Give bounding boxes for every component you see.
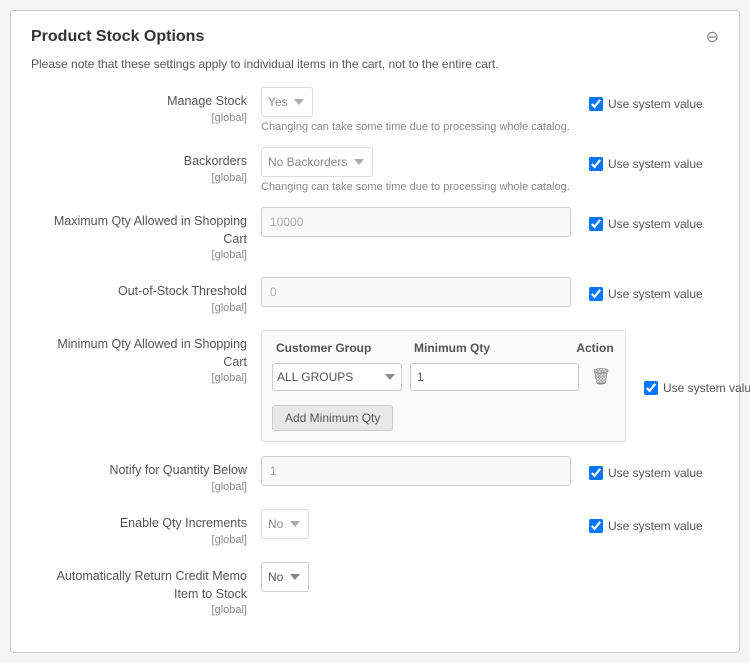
manage-stock-row: Manage Stock [global] Yes Use system val… [31, 87, 719, 133]
max-qty-use-system-label: Use system value [608, 217, 703, 231]
notify-qty-control: Use system value [261, 456, 719, 486]
min-qty-use-system: Use system value [634, 377, 750, 395]
backorders-select-wrap: No Backorders [261, 147, 571, 177]
enable-qty-increments-use-system: Use system value [579, 515, 719, 533]
max-qty-control: Use system value [261, 207, 719, 237]
min-qty-checkbox[interactable] [644, 381, 658, 395]
return-credit-memo-label: Automatically Return Credit Memo Item to… [31, 562, 261, 618]
backorders-label: Backorders [global] [31, 147, 261, 186]
panel-title: Product Stock Options [31, 28, 204, 46]
collapse-icon[interactable]: ⊖ [706, 27, 719, 47]
return-credit-memo-select[interactable]: No [261, 562, 309, 592]
panel-note: Please note that these settings apply to… [31, 57, 719, 71]
notify-qty-use-system: Use system value [579, 462, 719, 480]
max-qty-input[interactable] [261, 207, 571, 237]
max-qty-label: Maximum Qty Allowed in Shopping Cart [gl… [31, 207, 261, 263]
out-of-stock-use-system-label: Use system value [608, 287, 703, 301]
min-qty-table-header: Customer Group Minimum Qty Action [272, 341, 615, 355]
return-credit-memo-select-wrap: No [261, 562, 571, 592]
max-qty-use-system: Use system value [579, 213, 719, 231]
notify-qty-input[interactable] [261, 456, 571, 486]
min-qty-value-input[interactable] [410, 363, 579, 391]
enable-qty-increments-select-wrap: No [261, 509, 571, 539]
min-qty-row: Minimum Qty Allowed in Shopping Cart [gl… [31, 330, 719, 442]
backorders-checkbox[interactable] [589, 157, 603, 171]
return-credit-memo-use-system [579, 575, 719, 579]
manage-stock-label: Manage Stock [global] [31, 87, 261, 126]
enable-qty-increments-row: Enable Qty Increments [global] No Use sy… [31, 509, 719, 548]
min-qty-use-system-label: Use system value [663, 381, 750, 395]
backorders-use-system: Use system value [579, 153, 719, 171]
enable-qty-increments-checkbox[interactable] [589, 519, 603, 533]
col-minimum-qty-header: Minimum Qty [414, 341, 567, 355]
min-qty-table: Customer Group Minimum Qty Action ALL GR… [261, 330, 626, 442]
enable-qty-increments-control: No Use system value [261, 509, 719, 539]
manage-stock-use-system-label: Use system value [608, 97, 703, 111]
manage-stock-control: Yes Use system value Changing can take s… [261, 87, 719, 133]
product-stock-options-panel: Product Stock Options ⊖ Please note that… [10, 10, 740, 653]
out-of-stock-input[interactable] [261, 277, 571, 307]
delete-min-qty-button[interactable]: 🗑 [587, 363, 615, 391]
max-qty-checkbox[interactable] [589, 217, 603, 231]
notify-qty-use-system-label: Use system value [608, 466, 703, 480]
backorders-hint: Changing can take some time due to proce… [261, 181, 719, 193]
out-of-stock-use-system: Use system value [579, 283, 719, 301]
max-qty-row: Maximum Qty Allowed in Shopping Cart [gl… [31, 207, 719, 263]
backorders-row: Backorders [global] No Backorders Use sy… [31, 147, 719, 193]
add-minimum-qty-button[interactable]: Add Minimum Qty [272, 405, 393, 431]
return-credit-memo-control: No [261, 562, 719, 592]
min-qty-table-row: ALL GROUPS 🗑 [272, 363, 615, 391]
enable-qty-increments-select[interactable]: No [261, 509, 309, 539]
return-credit-memo-row: Automatically Return Credit Memo Item to… [31, 562, 719, 618]
min-qty-label: Minimum Qty Allowed in Shopping Cart [gl… [31, 330, 261, 386]
out-of-stock-control: Use system value [261, 277, 719, 307]
col-customer-group-header: Customer Group [276, 341, 406, 355]
out-of-stock-row: Out-of-Stock Threshold [global] Use syst… [31, 277, 719, 316]
out-of-stock-checkbox[interactable] [589, 287, 603, 301]
out-of-stock-label: Out-of-Stock Threshold [global] [31, 277, 261, 316]
col-action-header: Action [575, 341, 615, 355]
notify-qty-label: Notify for Quantity Below [global] [31, 456, 261, 495]
notify-qty-row: Notify for Quantity Below [global] Use s… [31, 456, 719, 495]
manage-stock-hint: Changing can take some time due to proce… [261, 121, 719, 133]
notify-qty-checkbox[interactable] [589, 466, 603, 480]
backorders-control: No Backorders Use system value Changing … [261, 147, 719, 193]
enable-qty-increments-use-system-label: Use system value [608, 519, 703, 533]
customer-group-select[interactable]: ALL GROUPS [272, 363, 402, 391]
manage-stock-select-wrap: Yes [261, 87, 571, 117]
manage-stock-use-system: Use system value [579, 93, 719, 111]
enable-qty-increments-label: Enable Qty Increments [global] [31, 509, 261, 548]
min-qty-control: Customer Group Minimum Qty Action ALL GR… [261, 330, 750, 442]
panel-header: Product Stock Options ⊖ [31, 27, 719, 47]
manage-stock-select[interactable]: Yes [261, 87, 313, 117]
backorders-use-system-label: Use system value [608, 157, 703, 171]
backorders-select[interactable]: No Backorders [261, 147, 373, 177]
manage-stock-checkbox[interactable] [589, 97, 603, 111]
